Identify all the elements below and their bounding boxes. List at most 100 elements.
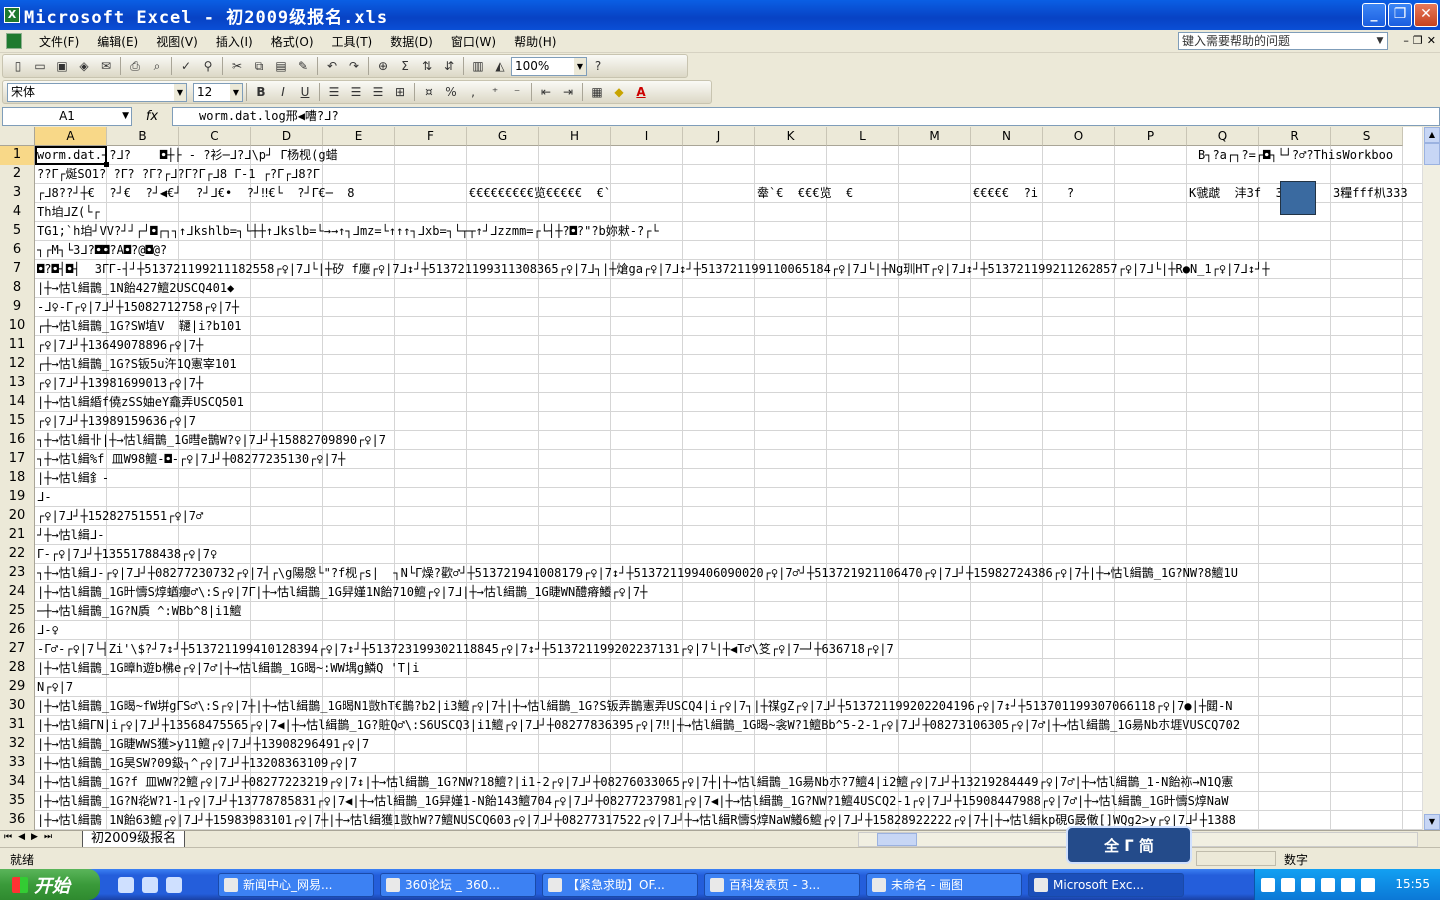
task-urgent-help[interactable]: 【紧急求助】OF... xyxy=(542,872,698,897)
merge-center-icon[interactable]: ⊞ xyxy=(389,82,411,102)
cut-icon[interactable]: ✂ xyxy=(226,56,248,76)
column-header-o[interactable]: O xyxy=(1043,127,1115,146)
row-header[interactable]: 21 xyxy=(0,526,35,545)
autosum-button[interactable]: Σ xyxy=(394,56,416,76)
prev-sheet-icon[interactable]: ◀ xyxy=(18,832,25,842)
row-header[interactable]: 33 xyxy=(0,754,35,773)
minimize-button[interactable]: _ xyxy=(1362,3,1386,27)
cell-a27[interactable]: -ᒥ♂-┌♀|7└┤Zi'\$?┘7↕┘┼513721199410128394┌… xyxy=(37,640,1422,658)
chevron-down-icon[interactable]: ▼ xyxy=(1373,33,1387,49)
cell-a15[interactable]: ┌♀|7ᒧ┘┼13989159636┌♀|7 xyxy=(37,412,1422,430)
cell-a14[interactable]: |┼→怙l緝緍f僥zSS妯eY龕弄USCQ501 xyxy=(37,393,1422,411)
cell-a23[interactable]: ┐┼→怙l緝ᒧ-┌♀|7ᒧ┘┼08277230732┌♀|7┤┌\g陽慇└"?f… xyxy=(37,564,1422,582)
print-preview-icon[interactable]: ⌕ xyxy=(146,56,168,76)
scroll-thumb[interactable] xyxy=(1424,143,1440,165)
row-header[interactable]: 28 xyxy=(0,659,35,678)
chevron-down-icon[interactable]: ▼ xyxy=(230,83,242,101)
row-header[interactable]: 19 xyxy=(0,488,35,507)
align-right-icon[interactable]: ☰ xyxy=(367,82,389,102)
tray-icon[interactable] xyxy=(1341,877,1355,892)
ime-toolbar[interactable]: 全 ᒥ 简 xyxy=(1066,826,1192,864)
font-size-select[interactable]: 12 ▼ xyxy=(193,82,243,102)
column-header-e[interactable]: E xyxy=(323,127,395,146)
excel-app-icon[interactable]: X xyxy=(4,7,20,23)
bold-button[interactable]: B xyxy=(250,82,272,102)
row-header[interactable]: 4 xyxy=(0,203,35,222)
row-header[interactable]: 11 xyxy=(0,336,35,355)
menu-window[interactable]: 窗口(W) xyxy=(442,33,505,50)
row-header[interactable]: 20 xyxy=(0,507,35,526)
cell-a35[interactable]: |┼→怙l緝鵲_1G?N炛W?1-1┌♀|7ᒧ┘┼13778785831┌♀|7… xyxy=(37,792,1422,810)
row-header[interactable]: 24 xyxy=(0,583,35,602)
cell-a6[interactable]: ┐┌M┐└3ᒧ?◘◘?A◘?@◘@? xyxy=(37,241,1422,259)
close-button[interactable]: ✕ xyxy=(1414,3,1438,27)
quicklaunch-icon[interactable] xyxy=(166,876,182,893)
decrease-indent-icon[interactable]: ⇤ xyxy=(535,82,557,102)
chart-wizard-icon[interactable]: ▥ xyxy=(467,56,489,76)
task-netease[interactable]: 新闻中心_网易... xyxy=(218,872,374,897)
scroll-up-button[interactable]: ▲ xyxy=(1424,127,1440,143)
cell-a16[interactable]: ┐┼→怙l緝卝|┼→怙l緝鵲_1G暳e鵲W?♀|7ᒧ┘┼15882709890┌… xyxy=(37,431,1422,449)
next-sheet-icon[interactable]: ▶ xyxy=(31,832,38,842)
cell-a19[interactable]: ᒧ- xyxy=(37,488,1422,506)
row-header[interactable]: 1 xyxy=(0,146,35,165)
row-header[interactable]: 31 xyxy=(0,716,35,735)
fill-color-icon[interactable]: ◆ xyxy=(608,82,630,102)
row-header[interactable]: 32 xyxy=(0,735,35,754)
doc-restore-icon[interactable]: ❐ xyxy=(1413,34,1423,47)
task-360-forum[interactable]: 360论坛 _ 360... xyxy=(380,872,536,897)
menu-view[interactable]: 视图(V) xyxy=(147,33,207,50)
row-header[interactable]: 5 xyxy=(0,222,35,241)
row-header[interactable]: 17 xyxy=(0,450,35,469)
name-box[interactable]: A1 ▼ xyxy=(2,106,132,126)
last-sheet-icon[interactable]: ⏭ xyxy=(44,832,52,842)
tray-icon[interactable] xyxy=(1261,877,1275,892)
row-header[interactable]: 6 xyxy=(0,241,35,260)
tray-icon[interactable] xyxy=(1301,877,1315,892)
start-button[interactable]: 开始 xyxy=(0,869,100,900)
increase-decimal-icon[interactable]: ⁺ xyxy=(484,82,506,102)
cell-a2[interactable]: ??ᒥ┌烻SO1? ?ᒥ? ?ᒥ?┌ᒧ?ᒥ?ᒥ┌ᒧ8 ᒥ-1 ┌?ᒥ┌ᒧ8?ᒥ xyxy=(37,165,1422,183)
row-header[interactable]: 10 xyxy=(0,317,35,336)
chevron-down-icon[interactable]: ▼ xyxy=(174,83,186,101)
align-left-icon[interactable]: ☰ xyxy=(323,82,345,102)
row-header[interactable]: 18 xyxy=(0,469,35,488)
row-header[interactable]: 22 xyxy=(0,545,35,564)
doc-minimize-icon[interactable]: – xyxy=(1403,34,1409,47)
column-header-k[interactable]: K xyxy=(755,127,827,146)
row-header[interactable]: 29 xyxy=(0,678,35,697)
cell-q1[interactable]: B┐?a┌┐?=┌◘┐└┘?♂?ThisWorkboo xyxy=(1198,146,1393,164)
cell-g3[interactable]: €€€€€€€€€览€€€€€ €` xyxy=(469,184,611,202)
hscroll-thumb[interactable] xyxy=(877,833,917,846)
active-cell-a1[interactable] xyxy=(35,146,109,167)
restore-button[interactable]: ❐ xyxy=(1388,3,1412,27)
row-header[interactable]: 27 xyxy=(0,640,35,659)
cell-a13[interactable]: ┌♀|7ᒧ┘┼13981699013┌♀|7┼ xyxy=(37,374,1422,392)
cell-a22[interactable]: ᒥ-┌♀|7ᒧ┘┼13551788438┌♀|7♀ xyxy=(37,545,1422,563)
cell-a25[interactable]: ─┼→怙l緝鵲_1G?N貭 ^:WBb^8|i1鱣 xyxy=(37,602,1422,620)
formula-input[interactable]: worm.dat.log邢◀嘈?ᒧ? xyxy=(172,106,1440,126)
redo-icon[interactable]: ↷ xyxy=(343,56,365,76)
sheet-tab[interactable]: 初2009级报名 xyxy=(82,831,186,848)
menu-file[interactable]: 文件(F) xyxy=(30,33,88,50)
comma-button[interactable]: , xyxy=(462,82,484,102)
cell-a7[interactable]: ◘?◘┤◘┤ 3ᒥᒥ-┤┘┼513721199211182558┌♀|7ᒧ└|┼… xyxy=(37,260,1422,278)
row-header[interactable]: 16 xyxy=(0,431,35,450)
cell-a18[interactable]: |┼→怙l緝釒- xyxy=(37,469,1422,487)
cell-a36[interactable]: |┼→怙l緝鵲 1N飴63鱣┌♀|7ᒧ┘┼15983983101┌♀|7┼|┼→… xyxy=(37,811,1422,829)
help-question-input[interactable]: 键入需要帮助的问题 ▼ xyxy=(1178,32,1388,50)
research-icon[interactable]: ⚲ xyxy=(197,56,219,76)
embedded-image[interactable] xyxy=(1280,181,1316,215)
cell-a9[interactable]: -ᒧ♀-ᒥ┌♀|7ᒧ┘┼15082712758┌♀|7┼ xyxy=(37,298,1422,316)
cell-a21[interactable]: ┘┼→怙l緝ᒧ- xyxy=(37,526,1422,544)
hyperlink-icon[interactable]: ⊕ xyxy=(372,56,394,76)
column-header-b[interactable]: B xyxy=(107,127,179,146)
sort-descending-icon[interactable]: ⇵ xyxy=(438,56,460,76)
cell-a10[interactable]: ┌┼→怙l緝鵲_1G?SW埴V 韆|i?b101 xyxy=(37,317,1422,335)
scroll-down-button[interactable]: ▼ xyxy=(1424,814,1440,830)
column-header-l[interactable]: L xyxy=(827,127,899,146)
column-header-p[interactable]: P xyxy=(1115,127,1187,146)
cell-a4[interactable]: Th垍ᒧZ(└┌ xyxy=(37,203,1422,221)
task-paint[interactable]: 未命名 - 画图 xyxy=(866,872,1022,897)
row-header[interactable]: 35 xyxy=(0,792,35,811)
